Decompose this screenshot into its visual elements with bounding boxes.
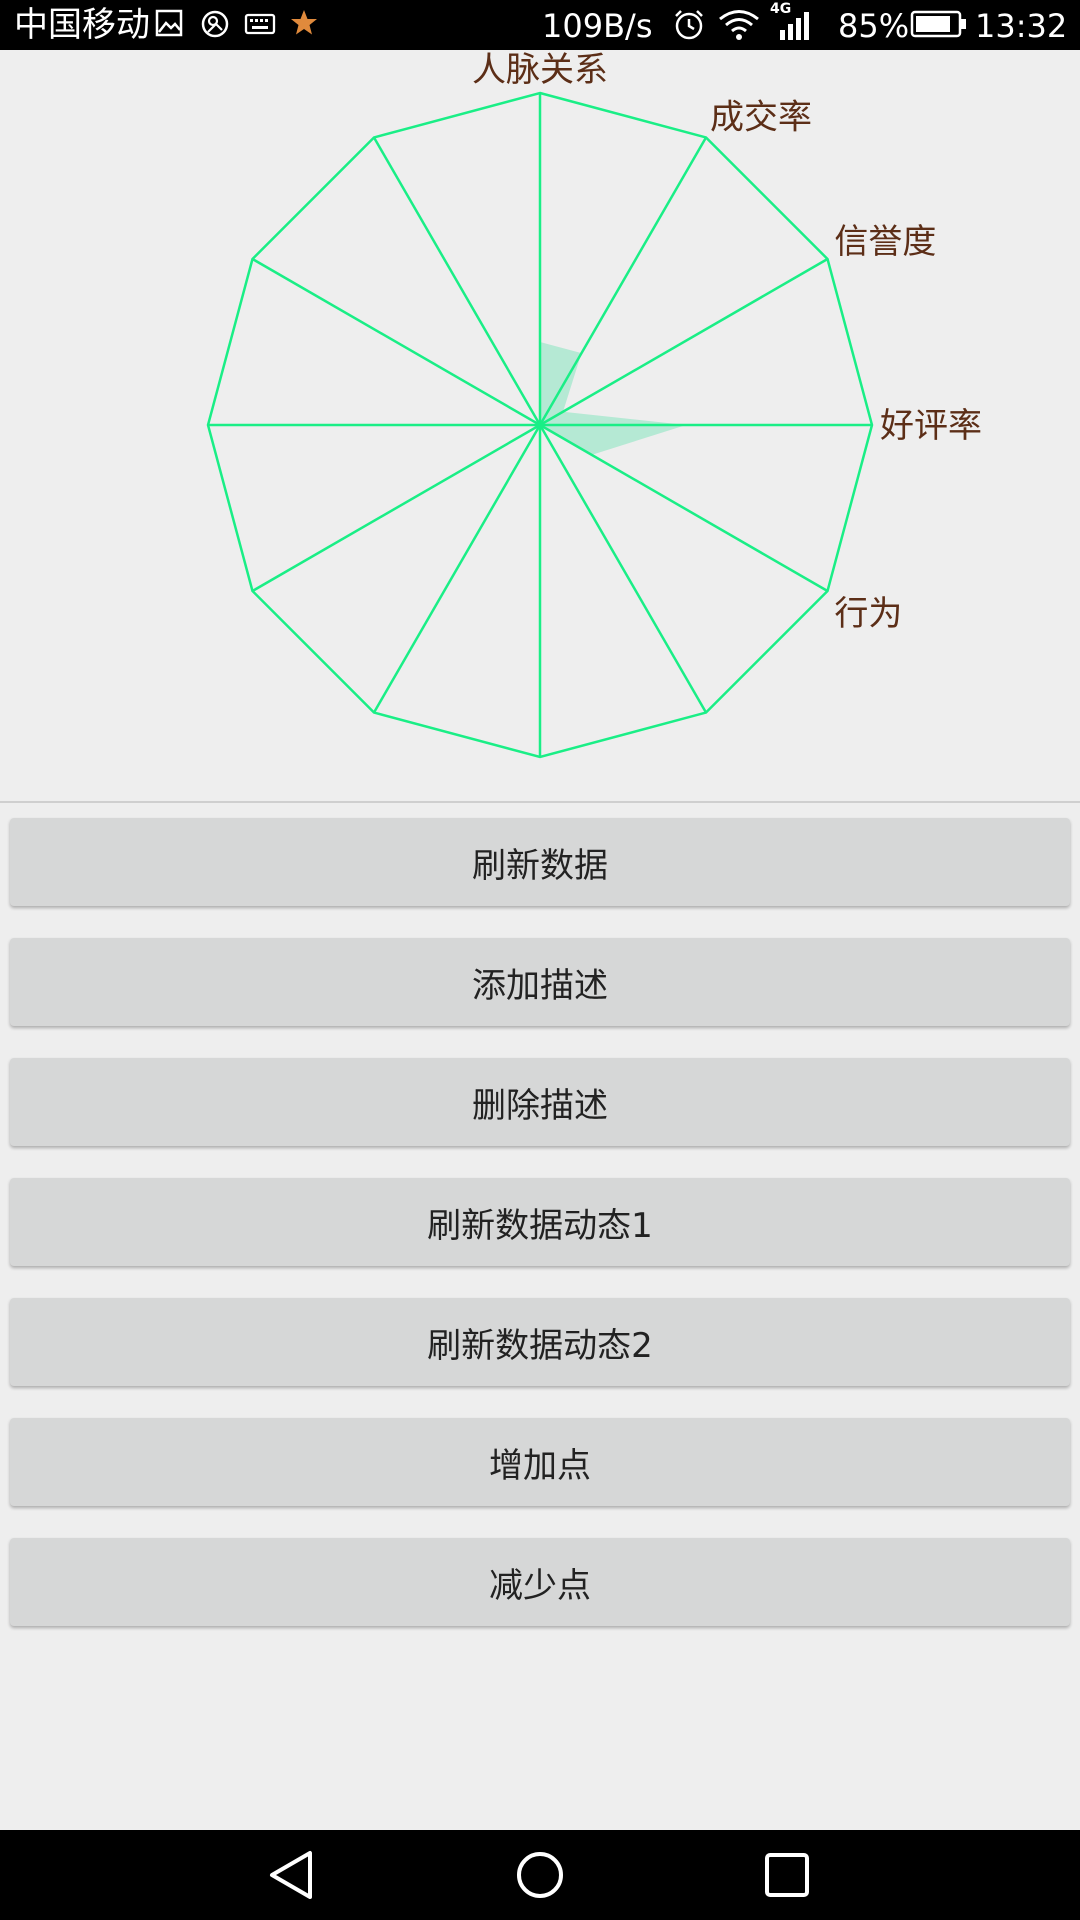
sync-icon — [201, 10, 229, 38]
signal-icon — [780, 12, 809, 40]
divider — [0, 801, 1080, 803]
keyboard-icon — [244, 13, 276, 35]
alarm-icon — [675, 10, 703, 40]
refresh-data-animated-1-button[interactable]: 刷新数据动态1 — [10, 1178, 1070, 1266]
remove-point-button[interactable]: 减少点 — [10, 1538, 1070, 1626]
back-icon[interactable] — [262, 1847, 322, 1903]
status-bar: 中国移动 109B/s 4G 85% 13:32 — [0, 0, 1080, 50]
recents-icon[interactable] — [757, 1847, 817, 1903]
carrier-name: 中国移动 — [14, 5, 150, 45]
radar-spoke — [539, 423, 829, 593]
radar-spoke — [372, 136, 542, 426]
radar-axis-label: 成交率 — [710, 98, 812, 138]
radar-chart: 人脉关系成交率信誉度好评率行为 — [0, 50, 1080, 800]
network-speed: 109B/s — [542, 7, 653, 45]
gallery-icon — [155, 9, 183, 37]
navigation-bar — [0, 1830, 1080, 1920]
radar-spoke — [538, 424, 708, 714]
clock: 13:32 — [975, 7, 1068, 45]
radar-chart-svg: 人脉关系成交率信誉度好评率行为 — [206, 50, 982, 759]
battery-percent: 85% — [838, 7, 910, 45]
radar-spoke — [539, 257, 829, 427]
add-description-button[interactable]: 添加描述 — [10, 938, 1070, 1026]
radar-spoke — [538, 136, 708, 426]
radar-spoke — [251, 257, 541, 427]
delete-description-button[interactable]: 删除描述 — [10, 1058, 1070, 1146]
home-icon[interactable] — [510, 1847, 570, 1903]
add-point-button[interactable]: 增加点 — [10, 1418, 1070, 1506]
star-icon — [291, 10, 317, 35]
radar-axis-label: 好评率 — [880, 406, 982, 446]
radar-axis-label: 信誉度 — [834, 222, 936, 262]
radar-spoke — [372, 424, 542, 714]
radar-axis-label: 人脉关系 — [472, 50, 608, 90]
refresh-data-animated-2-button[interactable]: 刷新数据动态2 — [10, 1298, 1070, 1386]
refresh-data-button[interactable]: 刷新数据 — [10, 818, 1070, 906]
radar-axis-label: 行为 — [834, 594, 902, 634]
battery-icon — [910, 10, 966, 38]
wifi-icon — [719, 10, 759, 40]
radar-spoke — [251, 423, 541, 593]
